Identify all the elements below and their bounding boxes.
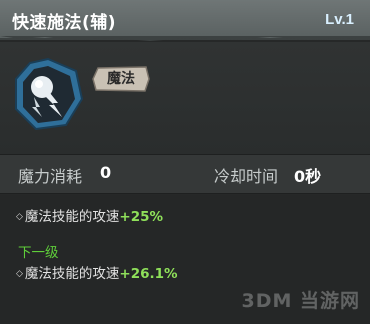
skill-tooltip: 快速施法(辅) Lv.1 魔法 魔力消耗 0 冷却时间 0秒 ◇ 魔法技能的攻速+… bbox=[0, 0, 370, 324]
diamond-bullet-icon: ◇ bbox=[16, 212, 23, 222]
next-effect-line: ◇ 魔法技能的攻速+26.1% bbox=[16, 262, 178, 282]
diamond-bullet-icon: ◇ bbox=[16, 269, 23, 279]
cooldown-label: 冷却时间 bbox=[214, 167, 279, 186]
mana-cost-value: 0 bbox=[100, 163, 112, 182]
current-effect-line: ◇ 魔法技能的攻速+25% bbox=[16, 205, 163, 225]
current-effect-bonus: +25% bbox=[119, 209, 164, 225]
next-level-label: 下一级 bbox=[18, 245, 59, 261]
watermark: 3DM 当游网 bbox=[241, 290, 360, 312]
next-effect-text: 魔法技能的攻速 bbox=[24, 266, 120, 282]
magic-orb-icon bbox=[15, 57, 84, 131]
skill-tag-label: 魔法 bbox=[107, 71, 135, 87]
skill-title: 快速施法(辅) bbox=[12, 13, 117, 33]
cooldown-value: 0秒 bbox=[294, 167, 322, 186]
current-effect-text: 魔法技能的攻速 bbox=[24, 209, 120, 225]
next-effect-bonus: +26.1% bbox=[119, 266, 178, 282]
skill-level: Lv.1 bbox=[325, 11, 354, 28]
mana-cost-label: 魔力消耗 bbox=[18, 167, 83, 186]
